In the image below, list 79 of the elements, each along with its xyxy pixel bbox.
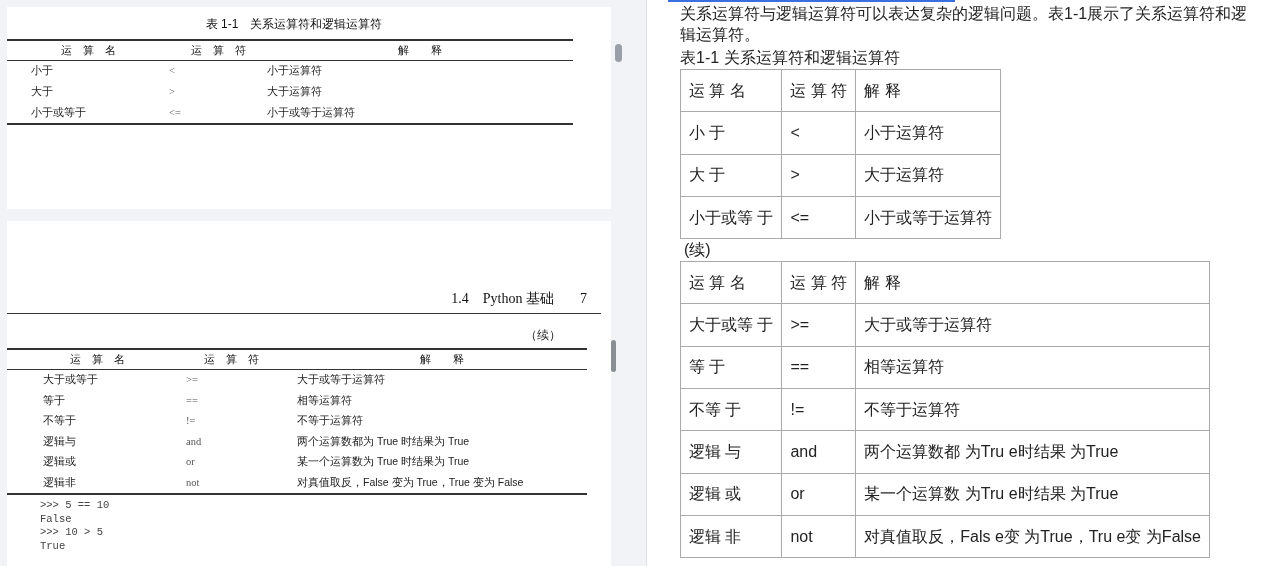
table-cell: >= (781, 304, 856, 347)
table-cell: <= (781, 196, 856, 239)
table-cell-text: <= (168, 105, 182, 120)
table-cell: 对真值取反，Fals e变 为True，Tru e变 为False (855, 515, 1210, 558)
table-cell-text: 小于或等于运算符 (267, 104, 356, 120)
continued-label: (续) (683, 240, 711, 261)
table-cell: 逻辑 非 (680, 515, 782, 558)
table-cell: 逻辑 与 (680, 430, 782, 474)
code-line: False (40, 512, 73, 527)
table-cell-text: 不等于运算符 (296, 413, 364, 429)
code-line: >>> 10 > 5 (40, 526, 104, 540)
column-header: 运 算 名 (59, 43, 117, 59)
table-cell-text: != (185, 414, 197, 429)
table-cell-text: == (185, 393, 199, 408)
page-number: 7 (580, 289, 587, 308)
table-cell: 两个运算数都 为Tru e时结果 为True (855, 430, 1210, 474)
table-cell-text: 某一个运算数为 True 时结果为 True (296, 454, 471, 470)
code-line: True (40, 539, 67, 554)
table-cell-text: 大于 (30, 84, 54, 99)
table-cell: 大于或等于运算符 (855, 304, 1210, 347)
column-header: 运 算 名 (680, 261, 782, 304)
table-cell: 逻辑 或 (680, 473, 782, 516)
table-cell-text: < (168, 64, 176, 79)
table-cell: 小于运算符 (855, 111, 1001, 155)
code-line: >>> 5 == 10 (40, 499, 111, 513)
table-cell-text: 小于运算符 (267, 63, 323, 79)
table-title: 表 1-1 关系运算符和逻辑运算符 (205, 16, 383, 33)
running-header: 1.4 Python 基础 (451, 289, 554, 308)
table-cell-text: 逻辑或 (42, 454, 77, 470)
column-header: 运 算 符 (781, 69, 856, 112)
table-cell: 大于或等 于 (680, 304, 782, 347)
table-cell-text: and (185, 434, 203, 449)
column-header: 运 算 符 (189, 43, 247, 59)
column-header: 解 释 (396, 43, 443, 59)
column-header: 运 算 名 (69, 351, 126, 367)
table-cell-text: 大于或等于 (42, 372, 99, 388)
table-cell: 大 于 (680, 154, 782, 197)
table-cell-text: 逻辑非 (42, 475, 77, 491)
table-cell: < (781, 111, 856, 155)
table-cell: 不等 于 (680, 388, 782, 431)
column-header: 解 释 (419, 351, 465, 367)
scrollbar-thumb[interactable] (611, 340, 616, 372)
table-title: 表1-1 关系运算符和逻辑运算符 (680, 48, 900, 68)
table-cell-text: > (168, 85, 176, 99)
table-cell-text: 等于 (42, 392, 66, 408)
continued-label: （续） (525, 326, 561, 344)
table-cell-text: 相等运算符 (296, 392, 353, 408)
table-cell: 不等于运算符 (855, 388, 1210, 431)
table-cell-text: 不等于 (42, 413, 77, 429)
table-cell: 小于或等 于 (680, 196, 782, 239)
table-cell-text: >= (185, 373, 199, 388)
table-cell: and (781, 430, 856, 474)
column-header: 运 算 名 (680, 69, 782, 112)
table-cell-text: 大于或等于运算符 (296, 372, 386, 388)
table-cell-text: 大于运算符 (267, 84, 323, 99)
table-cell: != (781, 388, 856, 431)
table-cell: 某一个运算数 为Tru e时结果 为True (855, 473, 1210, 516)
paragraph: 关系运算符与逻辑运算符可以表达复杂的逻辑问题。表1-1展示了关系运算符和逻辑运算符。 (680, 4, 1249, 45)
column-header: 解 释 (855, 261, 1210, 304)
table-cell-text: 两个运算数都为 True 时结果为 True (296, 433, 471, 449)
table-cell: or (781, 473, 856, 516)
table-cell: > (781, 154, 856, 197)
table-cell: 小 于 (680, 111, 782, 155)
column-header: 运 算 符 (781, 261, 856, 304)
table-cell-text: or (185, 455, 196, 470)
table-cell: 相等运算符 (855, 346, 1210, 389)
column-header: 运 算 符 (203, 351, 260, 367)
table-cell: 等 于 (680, 346, 782, 389)
table-cell: not (781, 515, 856, 558)
table-cell: == (781, 346, 856, 389)
table-cell-text: 逻辑与 (42, 433, 77, 449)
column-header: 解 释 (855, 69, 1001, 112)
scrollbar-thumb[interactable] (615, 44, 622, 62)
table-cell-text: 小于 (30, 63, 54, 79)
table-cell: 大于运算符 (855, 154, 1001, 197)
table-cell-text: 小于或等于 (30, 104, 87, 120)
table-cell: 小于或等于运算符 (855, 196, 1001, 239)
table-cell-text: 对真值取反，False 变为 True，True 变为 False (296, 475, 525, 491)
table-cell-text: not (185, 476, 201, 491)
